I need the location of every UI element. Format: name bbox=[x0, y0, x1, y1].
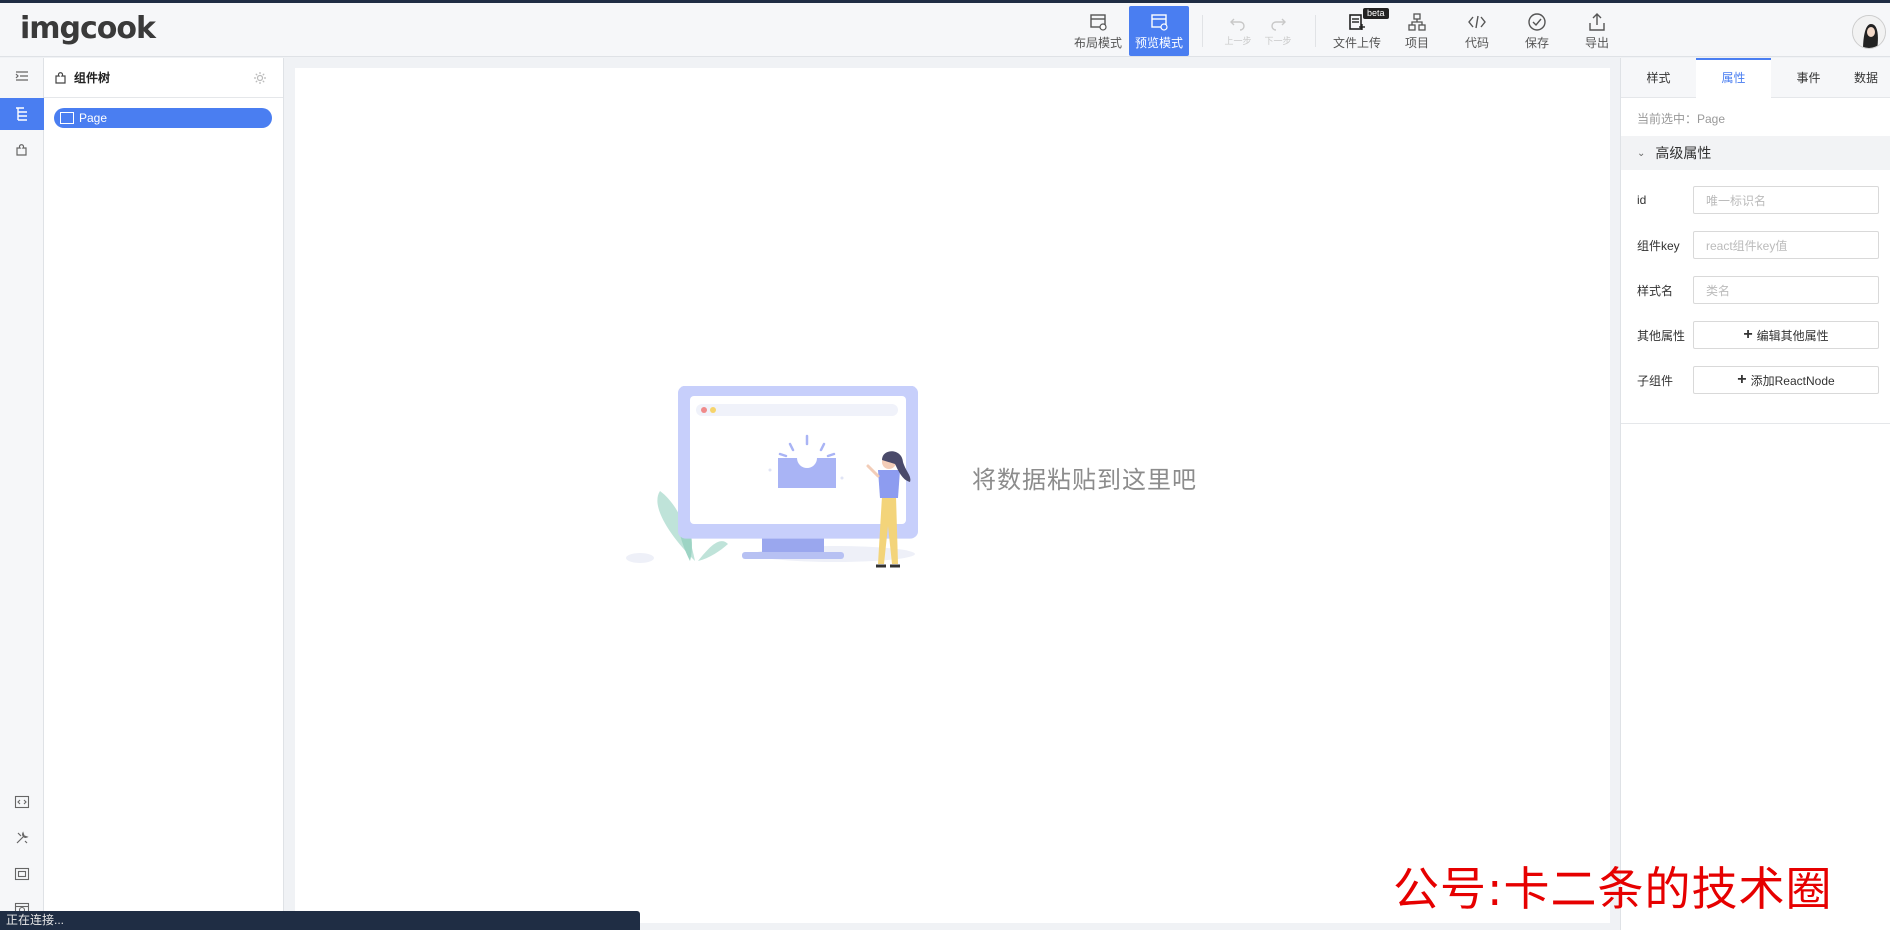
prop-row-id: id 唯一标识名 bbox=[1637, 186, 1890, 214]
puzzle-icon bbox=[16, 144, 27, 156]
save-check-icon bbox=[1528, 13, 1546, 31]
watermark-text: 公号:卡二条的技术圈 bbox=[1393, 862, 1833, 916]
id-input[interactable]: 唯一标识名 bbox=[1693, 186, 1879, 214]
redo-icon bbox=[1271, 18, 1286, 31]
left-icon-bar bbox=[0, 58, 44, 930]
preview-mode-label: 预览模式 bbox=[1134, 36, 1183, 50]
current-selection: 当前选中：Page bbox=[1637, 112, 1726, 126]
export-button[interactable]: 导出 bbox=[1567, 6, 1627, 56]
layout-mode-label: 布局模式 bbox=[1073, 36, 1122, 50]
toolbar-divider bbox=[1202, 15, 1203, 47]
tools-icon bbox=[16, 831, 29, 844]
tab-props[interactable]: 属性 bbox=[1696, 58, 1771, 98]
tab-events[interactable]: 事件 bbox=[1771, 58, 1846, 98]
tree-icon bbox=[16, 107, 27, 121]
tree-panel-title: 组件树 bbox=[74, 71, 111, 85]
code-view-nav[interactable] bbox=[0, 786, 44, 818]
collapse-menu-icon bbox=[15, 71, 28, 81]
components-nav[interactable] bbox=[0, 134, 44, 166]
tab-data[interactable]: 数据 bbox=[1846, 58, 1890, 98]
user-avatar[interactable] bbox=[1852, 15, 1886, 49]
advanced-props-section[interactable]: ⌄ 高级属性 bbox=[1621, 136, 1890, 170]
add-reactnode-button[interactable]: + 添加ReactNode bbox=[1693, 366, 1879, 394]
tree-node-page[interactable]: Page bbox=[54, 108, 272, 128]
prop-row-classname: 样式名 类名 bbox=[1637, 276, 1890, 304]
export-label: 导出 bbox=[1584, 36, 1609, 50]
canvas-area: 将数据粘贴到这里吧 bbox=[285, 58, 1620, 930]
prop-row-other: 其他属性 + 编辑其他属性 bbox=[1637, 321, 1890, 349]
component-tree-panel: 组件树 Page bbox=[44, 58, 284, 930]
project-label: 项目 bbox=[1404, 36, 1429, 50]
key-input[interactable]: react组件key值 bbox=[1693, 231, 1879, 259]
undo-icon bbox=[1230, 18, 1245, 31]
edit-other-props-button[interactable]: + 编辑其他属性 bbox=[1693, 321, 1879, 349]
classname-input[interactable]: 类名 bbox=[1693, 276, 1879, 304]
tools-nav[interactable] bbox=[0, 822, 44, 854]
page-node-icon bbox=[60, 112, 74, 124]
add-reactnode-label: 添加ReactNode bbox=[1750, 373, 1835, 388]
layout-mode-button[interactable]: 布局模式 bbox=[1068, 6, 1128, 56]
project-button[interactable]: 项目 bbox=[1387, 6, 1447, 56]
avatar-portrait-icon bbox=[1853, 16, 1885, 48]
prop-label: 组件key bbox=[1637, 238, 1680, 253]
properties-panel: 样式 属性 事件 数据 当前选中：Page ⌄ 高级属性 id 唯一标识名 组件… bbox=[1620, 58, 1890, 930]
export-icon bbox=[1589, 13, 1605, 31]
toolbar-divider bbox=[1315, 15, 1316, 47]
file-upload-button[interactable]: beta 文件上传 bbox=[1327, 6, 1389, 56]
prop-row-children: 子组件 + 添加ReactNode bbox=[1637, 366, 1890, 394]
preview-mode-button[interactable]: 预览模式 bbox=[1129, 6, 1189, 56]
empty-state-illustration bbox=[626, 386, 918, 568]
plus-icon: + bbox=[1743, 326, 1753, 343]
panel-divider bbox=[1621, 423, 1890, 424]
properties-tabs: 样式 属性 事件 数据 bbox=[1621, 58, 1890, 98]
project-icon bbox=[1408, 13, 1426, 31]
tree-node-label: Page bbox=[79, 111, 108, 125]
image-frame-icon bbox=[14, 867, 30, 881]
prop-label: 其他属性 bbox=[1637, 328, 1686, 343]
preview-mode-icon bbox=[1151, 14, 1168, 31]
code-box-icon bbox=[14, 795, 30, 809]
layout-mode-icon bbox=[1090, 14, 1107, 31]
code-icon bbox=[1468, 15, 1486, 29]
collapse-menu-button[interactable] bbox=[0, 60, 44, 92]
file-upload-label: 文件上传 bbox=[1332, 36, 1381, 50]
prop-label: 样式名 bbox=[1637, 283, 1674, 298]
tree-panel-header: 组件树 bbox=[44, 58, 283, 98]
gear-icon[interactable] bbox=[253, 71, 267, 85]
plus-icon: + bbox=[1737, 371, 1747, 388]
connection-status-bar: 正在连接... bbox=[0, 911, 640, 930]
redo-label: 下一步 bbox=[1264, 36, 1292, 46]
component-tree-nav[interactable] bbox=[0, 98, 44, 130]
empty-state-text: 将数据粘贴到这里吧 bbox=[972, 467, 1197, 494]
save-label: 保存 bbox=[1524, 36, 1549, 50]
design-canvas[interactable]: 将数据粘贴到这里吧 bbox=[295, 68, 1610, 923]
section-title: 高级属性 bbox=[1655, 145, 1712, 161]
image-nav[interactable] bbox=[0, 858, 44, 890]
code-label: 代码 bbox=[1464, 36, 1489, 50]
chevron-down-icon: ⌄ bbox=[1637, 147, 1646, 159]
prop-label: 子组件 bbox=[1637, 373, 1674, 388]
redo-button[interactable]: 下一步 bbox=[1248, 6, 1308, 56]
tab-style[interactable]: 样式 bbox=[1621, 58, 1696, 98]
prop-row-key: 组件key react组件key值 bbox=[1637, 231, 1890, 259]
edit-other-props-label: 编辑其他属性 bbox=[1756, 328, 1829, 343]
app-logo[interactable]: imgcook bbox=[20, 11, 156, 46]
code-button[interactable]: 代码 bbox=[1447, 6, 1507, 56]
save-button[interactable]: 保存 bbox=[1507, 6, 1567, 56]
top-toolbar: imgcook 布局模式 预览模式 上一步 下一步 beta 文件上传 项目 代… bbox=[0, 3, 1890, 57]
puzzle-icon bbox=[55, 71, 66, 84]
prop-label: id bbox=[1637, 193, 1647, 207]
beta-badge: beta bbox=[1363, 8, 1389, 19]
